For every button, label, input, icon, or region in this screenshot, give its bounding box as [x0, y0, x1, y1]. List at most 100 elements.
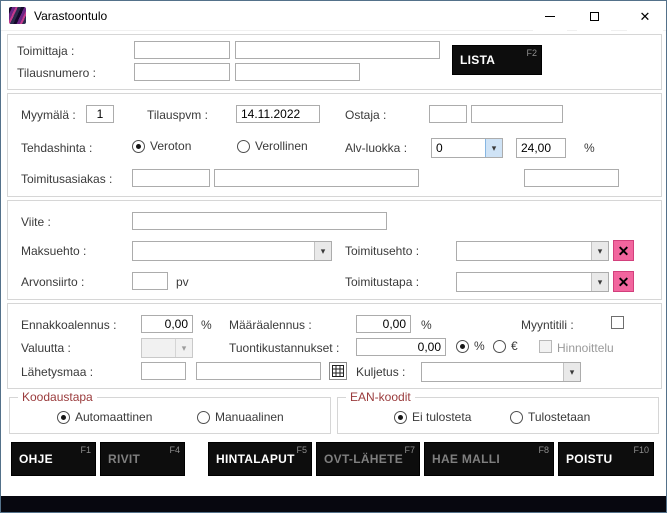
valuutta-label: Valuutta :	[21, 341, 71, 355]
radio-verollinen-label: Verollinen	[255, 139, 308, 153]
toimitusasiakas-extra-input[interactable]	[524, 169, 619, 187]
kuljetus-label: Kuljetus :	[356, 365, 405, 379]
myymala-label: Myymälä :	[21, 108, 76, 122]
tilausnumero-input[interactable]	[134, 63, 230, 81]
ovt-lahete-button[interactable]: OVT-LÄHETE F7	[316, 442, 420, 476]
ostaja-name-input[interactable]	[471, 105, 563, 123]
toimitusehto-combobox[interactable]: ▾	[456, 241, 609, 261]
radio-tuonti-euro-circle	[493, 340, 506, 353]
radio-tulostetaan-circle	[510, 411, 523, 424]
toimitusehto-value	[457, 242, 591, 260]
tilausnumero-extra-input[interactable]	[235, 63, 360, 81]
pv-label: pv	[176, 275, 189, 289]
hintalaput-button[interactable]: HINTALAPUT F5	[208, 442, 312, 476]
radio-tuonti-euro[interactable]: €	[493, 339, 518, 353]
radio-tuonti-euro-label: €	[511, 339, 518, 353]
maksuehto-combobox[interactable]: ▾	[132, 241, 332, 261]
kuljetus-combobox[interactable]: ▾	[421, 362, 581, 382]
radio-tuonti-percent[interactable]: %	[456, 339, 485, 353]
lahetysmaa-name-input[interactable]	[196, 362, 321, 380]
window-title: Varastoontulo	[34, 9, 107, 23]
alv-luokka-combobox[interactable]: 0 ▾	[431, 138, 503, 158]
radio-veroton-circle	[132, 140, 145, 153]
radio-veroton[interactable]: Veroton	[132, 139, 191, 153]
grid-icon	[332, 365, 344, 377]
hintalaput-button-fkey: F5	[296, 445, 307, 455]
alv-luokka-value: 0	[432, 139, 485, 157]
toimitusasiakas-code-input[interactable]	[132, 169, 210, 187]
maaraalennus-input[interactable]	[356, 315, 411, 333]
lahetysmaa-lookup-button[interactable]	[329, 362, 347, 380]
titlebar: Varastoontulo ✕	[1, 1, 666, 31]
minimize-icon	[545, 16, 555, 17]
radio-ei-tulosteta-label: Ei tulosteta	[412, 410, 471, 424]
toimittaja-name-input[interactable]	[235, 41, 440, 59]
radio-veroton-label: Veroton	[150, 139, 191, 153]
lista-button-fkey: F2	[526, 48, 537, 58]
viite-input[interactable]	[132, 212, 387, 230]
alv-luokka-label: Alv-luokka :	[345, 141, 407, 155]
chevron-down-icon: ▾	[314, 242, 331, 260]
toimitustapa-label: Toimitustapa :	[345, 275, 419, 289]
chevron-down-icon: ▾	[485, 139, 502, 157]
radio-ei-tulosteta-circle	[394, 411, 407, 424]
tilausnumero-label: Tilausnumero :	[17, 66, 96, 80]
ean-koodit-group: EAN-koodit Ei tulosteta Tulostetaan	[337, 397, 659, 434]
alv-percent-input[interactable]	[516, 138, 566, 158]
tuontikustannukset-input[interactable]	[356, 338, 446, 356]
varastoontulo-window: Varastoontulo ✕ Toimittaja : Tilausnumer…	[0, 0, 667, 513]
poistu-button-fkey: F10	[633, 445, 649, 455]
lista-button[interactable]: LISTA F2	[452, 45, 542, 75]
toimitusasiakas-label: Toimitusasiakas :	[21, 172, 112, 186]
hae-malli-button-fkey: F8	[538, 445, 549, 455]
lahetysmaa-code-input[interactable]	[141, 362, 186, 380]
arvonsiirto-input[interactable]	[132, 272, 168, 290]
close-button[interactable]: ✕	[627, 1, 663, 31]
rivit-button[interactable]: RIVIT F4	[100, 442, 185, 476]
toimitusehto-label: Toimitusehto :	[345, 244, 419, 258]
radio-ei-tulosteta[interactable]: Ei tulosteta	[394, 410, 471, 424]
hae-malli-button[interactable]: HAE MALLI F8	[424, 442, 554, 476]
rivit-button-label: RIVIT	[108, 452, 140, 466]
viite-label: Viite :	[21, 215, 51, 229]
rivit-button-fkey: F4	[169, 445, 180, 455]
radio-tulostetaan-label: Tulostetaan	[528, 410, 590, 424]
clear-toimitusehto-button[interactable]: ✕	[613, 240, 634, 261]
ohje-button[interactable]: OHJE F1	[11, 442, 96, 476]
radio-tulostetaan[interactable]: Tulostetaan	[510, 410, 590, 424]
tehdashinta-label: Tehdashinta :	[21, 141, 92, 155]
myymala-input[interactable]	[86, 105, 114, 123]
tilauspvm-input[interactable]	[236, 105, 320, 123]
toimitustapa-value	[457, 273, 591, 291]
ean-koodit-title: EAN-koodit	[346, 390, 415, 404]
radio-automaattinen[interactable]: Automaattinen	[57, 410, 152, 424]
clear-toimitustapa-button[interactable]: ✕	[613, 271, 634, 292]
ostaja-code-input[interactable]	[429, 105, 467, 123]
kuljetus-value	[422, 363, 563, 381]
radio-automaattinen-circle	[57, 411, 70, 424]
ennakkoalennus-input[interactable]	[141, 315, 193, 333]
minimize-button[interactable]	[533, 1, 567, 31]
toimitusasiakas-name-input[interactable]	[214, 169, 419, 187]
ennakkoalennus-percent-sign: %	[201, 318, 212, 332]
toimitustapa-combobox[interactable]: ▾	[456, 272, 609, 292]
koodaustapa-title: Koodaustapa	[18, 390, 97, 404]
poistu-button[interactable]: POISTU F10	[558, 442, 654, 476]
myyntitili-label: Myyntitili :	[521, 318, 574, 332]
clear-x-icon: ✕	[618, 275, 630, 289]
bottom-strip	[1, 496, 666, 512]
radio-verollinen[interactable]: Verollinen	[237, 139, 308, 153]
toimittaja-code-input[interactable]	[134, 41, 230, 59]
valuutta-combobox[interactable]: ▾	[141, 338, 193, 358]
ohje-button-label: OHJE	[19, 452, 53, 466]
radio-automaattinen-label: Automaattinen	[75, 410, 152, 424]
maximize-button[interactable]	[577, 1, 611, 31]
radio-manuaalinen-circle	[197, 411, 210, 424]
myyntitili-checkbox[interactable]	[611, 316, 624, 329]
chevron-down-icon: ▾	[591, 273, 608, 291]
hinnoittelu-label: Hinnoittelu	[557, 341, 614, 355]
radio-manuaalinen[interactable]: Manuaalinen	[197, 410, 284, 424]
arvonsiirto-label: Arvonsiirto :	[21, 275, 84, 289]
ovt-lahete-button-fkey: F7	[404, 445, 415, 455]
ennakkoalennus-label: Ennakkoalennus :	[21, 318, 116, 332]
